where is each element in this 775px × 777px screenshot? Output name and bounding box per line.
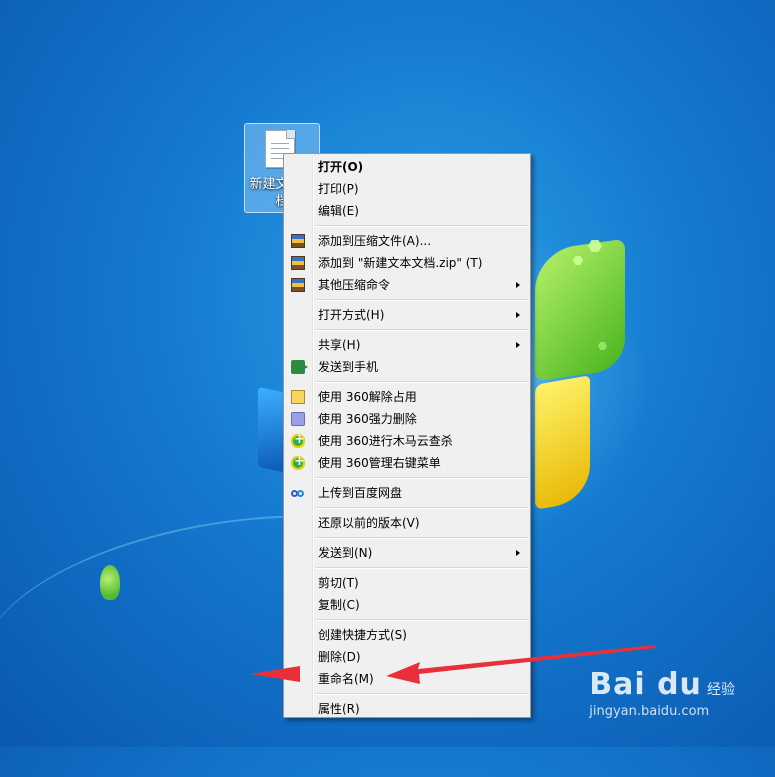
menu-item[interactable]: 编辑(E) [286,200,528,222]
menu-item[interactable]: 打开方式(H) [286,304,528,326]
baidu-netdisk-icon [291,486,305,500]
menu-item[interactable]: 剪切(T) [286,572,528,594]
menu-separator [315,693,528,695]
menu-item-label: 使用 360进行木马云查杀 [318,434,453,448]
watermark-url: jingyan.baidu.com [589,704,710,719]
menu-separator [315,225,528,227]
menu-item-label: 添加到压缩文件(A)... [318,234,432,248]
menu-item-label: 打印(P) [318,182,359,196]
watermark-suffix: 经验 [707,682,735,698]
menu-item[interactable]: 发送到(N) [286,542,528,564]
menu-item[interactable]: 使用 360进行木马云查杀 [286,429,528,452]
menu-separator [315,619,528,621]
winrar-icon [291,278,305,292]
menu-item[interactable]: 属性(R) [286,698,528,720]
submenu-arrow-icon [516,312,520,318]
baidu-logo: Bai du [589,667,702,702]
menu-item-label: 其他压缩命令 [318,278,391,292]
menu-item-label: 发送到(N) [318,546,373,560]
menu-item-label: 打开方式(H) [318,308,385,322]
menu-item[interactable]: 共享(H) [286,334,528,356]
360-shred-icon [291,412,305,426]
menu-item[interactable]: 上传到百度网盘 [286,482,528,504]
send-to-phone-icon [291,360,308,374]
menu-item-label: 共享(H) [318,338,361,352]
menu-separator [315,329,528,331]
menu-item-label: 编辑(E) [318,204,359,218]
menu-item-label: 发送到手机 [318,360,379,374]
menu-item-label: 重命名(M) [318,672,374,686]
menu-item[interactable]: 使用 360管理右键菜单 [286,451,528,474]
menu-item-label: 复制(C) [318,598,360,612]
winrar-icon [291,256,305,270]
menu-item-label: 添加到 "新建文本文档.zip" (T) [318,256,483,270]
menu-item[interactable]: 打印(P) [286,178,528,200]
menu-item-label: 打开(O) [318,160,364,174]
menu-separator [315,477,528,479]
360-unlock-icon [291,390,305,404]
menu-separator [315,507,528,509]
menu-item[interactable]: 打开(O) [286,156,528,178]
menu-item[interactable]: 添加到 "新建文本文档.zip" (T) [286,252,528,274]
menu-item[interactable]: 其他压缩命令 [286,274,528,296]
menu-item-label: 使用 360强力删除 [318,412,417,426]
menu-item-label: 上传到百度网盘 [318,486,403,500]
baidu-jingyan-watermark: Bai du 经验 jingyan.baidu.com [589,667,735,719]
menu-item[interactable]: 还原以前的版本(V) [286,512,528,534]
menu-item[interactable]: 添加到压缩文件(A)... [286,230,528,252]
menu-separator [315,381,528,383]
menu-item[interactable]: 使用 360强力删除 [286,408,528,430]
menu-item-label: 使用 360解除占用 [318,390,417,404]
menu-item[interactable]: 复制(C) [286,594,528,616]
menu-item-label: 还原以前的版本(V) [318,516,420,530]
submenu-arrow-icon [516,342,520,348]
menu-separator [315,299,528,301]
menu-separator [315,567,528,569]
360-manage-icon [291,451,305,473]
menu-item-label: 使用 360管理右键菜单 [318,456,441,470]
menu-item[interactable]: 使用 360解除占用 [286,386,528,408]
submenu-arrow-icon [516,282,520,288]
360-scan-icon [291,429,305,451]
wallpaper-sprout [100,565,120,600]
menu-separator [315,537,528,539]
menu-item-label: 剪切(T) [318,576,359,590]
menu-item-label: 删除(D) [318,650,361,664]
submenu-arrow-icon [516,550,520,556]
winrar-icon [291,234,305,248]
context-menu: 打开(O) 打印(P) 编辑(E) 添加到压缩文件(A)... 添加到 "新建文本文档.… [283,153,531,718]
annotation-arrow-left [250,666,300,682]
menu-item[interactable]: 发送到手机 [286,356,528,378]
menu-item-label: 属性(R) [318,702,360,716]
